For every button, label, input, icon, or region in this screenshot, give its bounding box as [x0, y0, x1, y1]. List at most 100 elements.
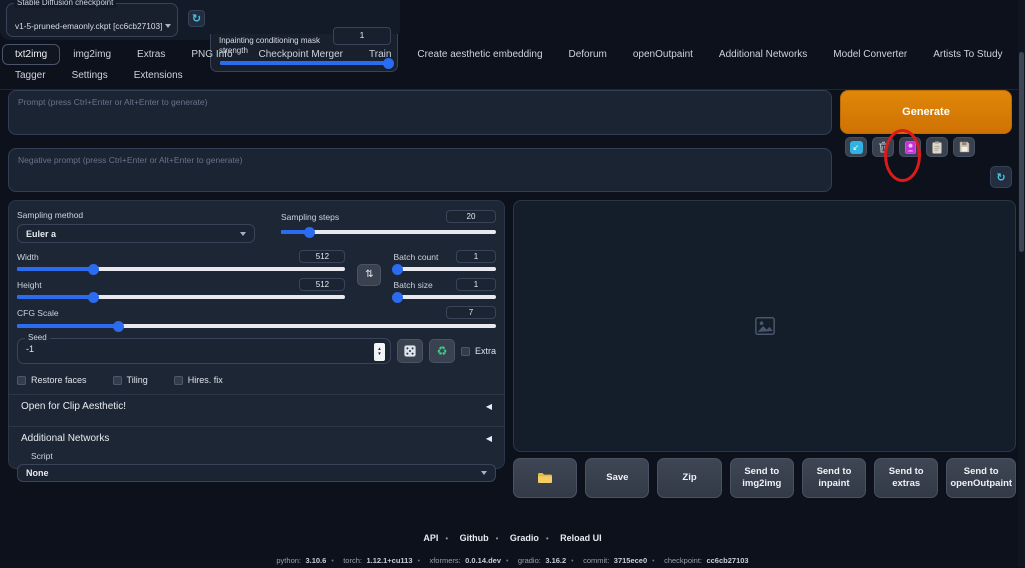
send-to-extras-button[interactable]: Send to extras	[874, 458, 939, 498]
hires-fix-checkbox[interactable]	[173, 375, 183, 385]
reload-ui-link[interactable]: Reload UI	[560, 533, 602, 543]
tab-model-converter[interactable]: Model Converter	[820, 44, 920, 65]
send-to-openoutpaint-button[interactable]: Send to openOutpaint	[946, 458, 1017, 498]
result-actions: Save Zip Send to img2img Send to inpaint…	[513, 458, 1017, 498]
tab-additional-networks[interactable]: Additional Networks	[706, 44, 820, 65]
clip-aesthetic-label: Open for Clip Aesthetic!	[21, 401, 127, 412]
slider-handle[interactable]	[303, 226, 315, 238]
prompt-box	[8, 90, 832, 135]
checkpoint-dropdown[interactable]: Stable Diffusion checkpoint v1-5-pruned-…	[6, 0, 178, 37]
refresh-checkpoints-button[interactable]: ↻	[188, 10, 205, 27]
slider-handle[interactable]	[87, 263, 99, 275]
footer-versions: python: 3.10.6 • torch: 1.12.1+cu113 • xfo…	[0, 550, 1025, 568]
version-value: cc6cb27103	[706, 556, 749, 565]
sampling-method-label: Sampling method	[17, 210, 84, 220]
negative-prompt-box	[8, 148, 832, 192]
clipboard-icon	[932, 141, 942, 154]
tab-settings[interactable]: Settings	[59, 65, 121, 86]
negative-prompt-input[interactable]	[18, 155, 822, 185]
tab-tagger[interactable]: Tagger	[2, 65, 59, 86]
script-dropdown[interactable]: None	[17, 464, 496, 482]
chevron-down-icon	[240, 231, 246, 236]
tiling-checkbox[interactable]	[112, 375, 122, 385]
extra-seed-checkbox[interactable]	[460, 346, 470, 356]
sampling-steps-label: Sampling steps	[281, 211, 340, 222]
additional-networks-accordion[interactable]: Additional Networks ◀	[9, 426, 504, 449]
batch-count-value[interactable]: 1	[456, 250, 496, 263]
slider-handle[interactable]	[87, 291, 99, 303]
width-label: Width	[17, 251, 39, 262]
slider-handle[interactable]	[391, 263, 403, 275]
height-value[interactable]: 512	[299, 278, 346, 291]
bullet-separator: •	[445, 534, 449, 543]
seed-stepper[interactable]: ▲ ▼	[373, 343, 385, 361]
save-button[interactable]: Save	[585, 458, 650, 498]
tab-extensions[interactable]: Extensions	[121, 65, 196, 86]
sampling-steps-value[interactable]: 20	[446, 210, 496, 223]
cfg-scale-value[interactable]: 7	[446, 306, 496, 319]
tab-artists-to-study[interactable]: Artists To Study	[920, 44, 1015, 65]
accordion-arrow-icon: ◀	[485, 434, 492, 443]
tab-train[interactable]: Train	[356, 44, 404, 65]
tab-navigation: txt2img img2img Extras PNG Info Checkpoi…	[0, 43, 1025, 90]
seed-input[interactable]	[26, 344, 326, 354]
extra-seed-label: Extra	[474, 346, 496, 356]
cfg-scale-slider[interactable]	[17, 320, 496, 332]
width-slider[interactable]	[17, 263, 346, 275]
width-value[interactable]: 512	[299, 250, 346, 263]
github-link[interactable]: Github	[460, 533, 489, 543]
tab-create-aesthetic-embedding[interactable]: Create aesthetic embedding	[404, 44, 555, 65]
sampling-steps-slider[interactable]	[281, 226, 496, 238]
apply-style-button[interactable]	[926, 137, 948, 157]
batch-size-slider[interactable]	[391, 291, 496, 303]
gradio-link[interactable]: Gradio	[510, 533, 539, 543]
version-value: 1.12.1+cu113	[366, 556, 413, 565]
batch-size-value[interactable]: 1	[456, 278, 496, 291]
paste-parameters-button[interactable]: ↙	[845, 137, 867, 157]
swap-width-height-button[interactable]: ⇅	[357, 263, 382, 286]
version-value: 3715ece0	[613, 556, 648, 565]
refresh-styles-button[interactable]: ↻	[990, 166, 1012, 188]
restore-faces-checkbox[interactable]	[17, 375, 26, 385]
script-label: Script	[31, 451, 53, 461]
tab-checkpoint-merger[interactable]: Checkpoint Merger	[246, 44, 356, 65]
tab-png-info[interactable]: PNG Info	[178, 44, 245, 65]
slider-handle[interactable]	[391, 291, 403, 303]
additional-networks-label: Additional Networks	[21, 433, 110, 444]
version-label: commit:	[583, 556, 610, 565]
tab-extras[interactable]: Extras	[124, 44, 178, 65]
sampling-method-dropdown[interactable]: Euler a	[17, 224, 255, 243]
image-placeholder-icon	[754, 317, 775, 335]
generate-button[interactable]: Generate	[840, 90, 1012, 134]
chevron-down-icon	[481, 471, 487, 475]
tab-img2img[interactable]: img2img	[60, 44, 124, 65]
bullet-separator: •	[331, 558, 334, 565]
bullet-separator: •	[545, 534, 549, 543]
reuse-seed-button[interactable]: ♻	[428, 339, 455, 363]
save-style-button[interactable]	[953, 137, 975, 157]
tab-deforum[interactable]: Deforum	[556, 44, 620, 65]
api-link[interactable]: API	[423, 533, 438, 543]
clip-aesthetic-accordion[interactable]: Open for Clip Aesthetic! ◀	[9, 394, 504, 417]
generation-settings-panel: Sampling method Euler a Sampling steps 2…	[8, 200, 505, 482]
random-seed-button[interactable]	[396, 339, 423, 363]
dice-icon	[404, 345, 416, 357]
script-value: None	[26, 468, 49, 478]
tab-openoutpaint[interactable]: openOutpaint	[620, 44, 706, 65]
prompt-input[interactable]	[18, 97, 822, 128]
send-to-img2img-button[interactable]: Send to img2img	[729, 458, 794, 498]
height-slider[interactable]	[17, 291, 346, 303]
zip-button[interactable]: Zip	[657, 458, 722, 498]
seed-field: Seed ▲ ▼	[17, 333, 391, 364]
batch-size-label: Batch size	[393, 279, 433, 290]
batch-count-slider[interactable]	[391, 263, 496, 275]
open-folder-button[interactable]	[513, 458, 578, 498]
slider-handle[interactable]	[112, 320, 124, 332]
tiling-label: Tiling	[126, 375, 148, 385]
tab-txt2img[interactable]: txt2img	[2, 44, 61, 65]
send-to-inpaint-button[interactable]: Send to inpaint	[801, 458, 867, 498]
scrollbar-thumb[interactable]	[1019, 52, 1024, 252]
refresh-icon: ↻	[996, 170, 1006, 184]
checkpoint-value: v1-5-pruned-emaonly.ckpt [cc6cb27103]	[15, 21, 163, 31]
version-label: torch:	[343, 556, 362, 565]
